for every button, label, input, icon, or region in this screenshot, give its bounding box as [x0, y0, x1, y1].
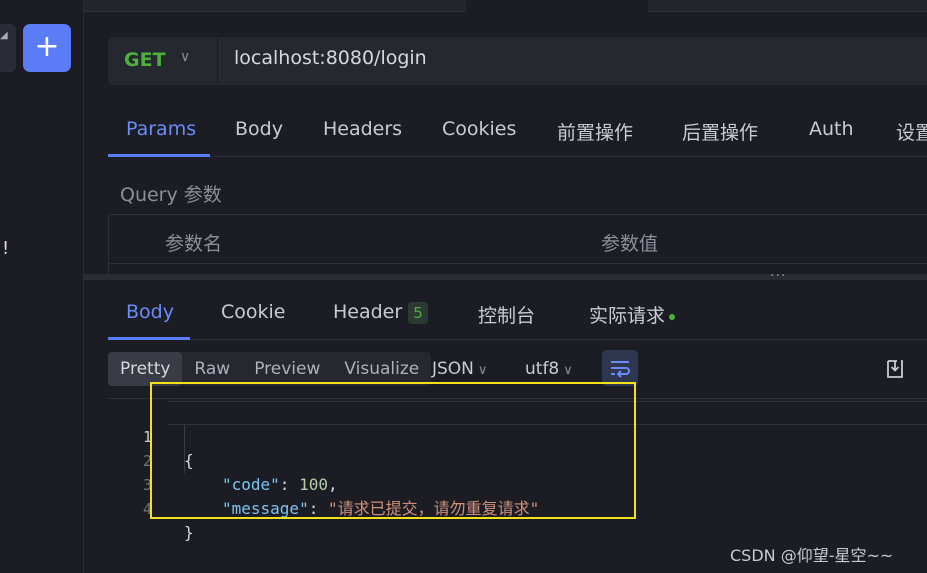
column-header-value: 参数值 [601, 233, 659, 255]
tab-params[interactable]: Params [126, 118, 196, 140]
view-preview[interactable]: Preview [242, 352, 332, 386]
tab-response-cookie[interactable]: Cookie [221, 301, 286, 323]
encoding-select[interactable]: utf8 ∨ [525, 352, 573, 386]
drag-handle-icon[interactable]: ··· [770, 268, 786, 284]
sidebar-mark: ! [2, 238, 10, 259]
url-input[interactable]: localhost:8080/login [234, 47, 427, 69]
column-header-name: 参数名 [165, 233, 223, 255]
response-tabs: Body Cookie Header 5 控制台 实际请求 [108, 296, 927, 340]
annotation-highlight-box [150, 382, 636, 519]
top-tab-strip [84, 0, 927, 12]
tab-label: Header [333, 301, 403, 323]
divider [109, 263, 927, 264]
view-raw[interactable]: Raw [182, 352, 242, 386]
tab-post-request[interactable]: 后置操作 [682, 118, 758, 145]
params-table: 参数名 参数值 [108, 214, 927, 274]
tab-response-body[interactable]: Body [126, 301, 174, 323]
tab-headers[interactable]: Headers [323, 118, 402, 140]
method-select[interactable]: GET [124, 49, 166, 71]
status-dot [669, 313, 676, 320]
wrap-icon [611, 361, 630, 378]
tab-auth[interactable]: Auth [809, 118, 854, 140]
top-tab[interactable] [648, 0, 927, 12]
view-mode-switch: Pretty Raw Preview Visualize [108, 352, 432, 386]
url-bar: GET ∨ localhost:8080/login [108, 37, 927, 85]
chevron-down-icon: ∨ [563, 363, 573, 378]
code-text: } [184, 523, 194, 542]
code-line: 1 { [108, 401, 194, 470]
download-icon [887, 360, 903, 378]
chevron-down-icon[interactable]: ∨ [180, 49, 190, 65]
encoding-value: utf8 [525, 359, 560, 379]
chevron-down-icon: ∨ [477, 363, 488, 378]
line-number: 4 [142, 500, 152, 518]
view-pretty[interactable]: Pretty [108, 352, 183, 386]
tab-pre-request[interactable]: 前置操作 [557, 118, 633, 145]
tab-body[interactable]: Body [235, 118, 283, 140]
view-visualize[interactable]: Visualize [332, 352, 431, 386]
format-select[interactable]: JSON ∨ [432, 352, 487, 386]
tab-actual-request[interactable]: 实际请求 [589, 301, 676, 328]
request-tabs: Params Body Headers Cookies 前置操作 后置操作 Au… [108, 110, 927, 157]
save-response-button[interactable] [884, 358, 906, 380]
active-tab-indicator [108, 154, 210, 157]
tab-console[interactable]: 控制台 [478, 301, 535, 328]
left-sidebar: ◢ + ! [0, 0, 84, 573]
collapse-handle[interactable]: ◢ [0, 24, 16, 72]
panel-splitter[interactable] [84, 274, 927, 280]
watermark: CSDN @仰望-星空~~ [730, 546, 894, 565]
format-value: JSON [432, 359, 474, 379]
code-line: 4 } [108, 473, 194, 542]
query-params-label: Query 参数 [120, 184, 222, 206]
code-line: 2 "code": 100, [108, 425, 338, 494]
tab-settings[interactable]: 设置 [896, 118, 927, 145]
tab-cookies[interactable]: Cookies [442, 118, 516, 140]
tab-response-header[interactable]: Header 5 [333, 301, 428, 324]
chevron-icon: ◢ [0, 30, 8, 41]
add-button[interactable]: + [23, 24, 71, 72]
top-tab[interactable] [84, 0, 466, 12]
wrap-lines-button[interactable] [602, 350, 638, 386]
count-badge: 5 [408, 302, 428, 324]
divider [217, 37, 218, 85]
active-tab-indicator [108, 337, 190, 340]
code-line: 3 "message": "请求已提交，请勿重复请求" [108, 449, 539, 518]
tab-label: 实际请求 [589, 305, 666, 327]
